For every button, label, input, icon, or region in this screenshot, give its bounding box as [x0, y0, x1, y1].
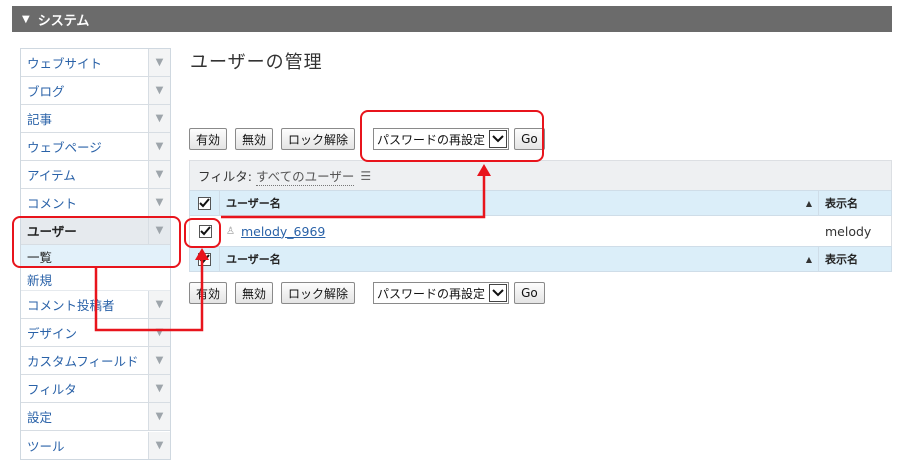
sidebar-item-label: デザイン [27, 326, 78, 341]
action-bar-top: 有効 無効 ロック解除 パスワードの再設定 Go [189, 128, 545, 150]
sidebar-item-webpages[interactable]: ウェブページ ▼ [21, 133, 170, 161]
enable-button-bottom[interactable]: 有効 [189, 282, 228, 304]
column-display-name[interactable]: 表示名 [819, 191, 891, 215]
expand-arrow-icon[interactable]: ▼ [148, 105, 170, 132]
sidebar-item-label: ウェブサイト [27, 56, 103, 71]
sidebar-item-label: ブログ [27, 84, 65, 99]
sort-asc-icon[interactable]: ▲ [806, 199, 812, 208]
username-link[interactable]: melody_6969 [241, 224, 325, 239]
chevron-down-icon[interactable] [489, 130, 508, 148]
expand-arrow-icon[interactable]: ▼ [148, 49, 170, 76]
sidebar-item-label: コメント投稿者 [27, 298, 115, 313]
filter-value[interactable]: すべてのユーザー [255, 166, 355, 186]
sidebar-item-settings[interactable]: 設定 ▼ [21, 403, 170, 431]
table-footer-header: ユーザー名 ▲ 表示名 [189, 246, 892, 272]
sidebar-item-website[interactable]: ウェブサイト ▼ [21, 49, 170, 77]
sidebar-item-blog[interactable]: ブログ ▼ [21, 77, 170, 105]
action-select-bottom[interactable]: パスワードの再設定 [373, 282, 510, 304]
user-table: ユーザー名 ▲ 表示名 ♙ melody_6969 melody ユーザー名 ▲… [189, 190, 892, 272]
column-username-label: ユーザー名 [226, 253, 281, 266]
go-button[interactable]: Go [514, 128, 545, 150]
disable-button-bottom[interactable]: 無効 [235, 282, 274, 304]
filter-label: フィルタ: [198, 169, 252, 184]
sort-asc-icon[interactable]: ▲ [806, 255, 812, 264]
filter-list-icon[interactable]: ☰ [360, 169, 371, 183]
select-all-checkbox[interactable] [198, 196, 211, 210]
select-all-checkbox-bottom[interactable] [198, 252, 211, 266]
sidebar-item-label: 設定 [27, 410, 53, 425]
sidebar-item-label: フィルタ [27, 382, 77, 397]
expand-arrow-icon[interactable]: ▼ [148, 161, 170, 188]
sidebar-item-filters[interactable]: フィルタ ▼ [21, 375, 170, 403]
column-display-name-bottom[interactable]: 表示名 [819, 247, 891, 271]
expand-arrow-icon[interactable]: ▼ [148, 347, 170, 374]
column-username-bottom[interactable]: ユーザー名 ▲ [220, 247, 819, 271]
sidebar-item-label: ウェブページ [27, 140, 102, 155]
select-all-cell-bottom [190, 247, 220, 271]
row-select-cell [190, 216, 220, 246]
table-header: ユーザー名 ▲ 表示名 [189, 190, 892, 216]
collapse-triangle-icon: ▼ [22, 13, 30, 25]
column-username[interactable]: ユーザー名 ▲ [220, 191, 819, 215]
sidebar-item-custom-fields[interactable]: カスタムフィールド ▼ [21, 347, 170, 375]
action-select-value: パスワードの再設定 [377, 132, 486, 147]
system-title: システム [37, 13, 90, 29]
sidebar-item-entries[interactable]: 記事 ▼ [21, 105, 170, 133]
sidebar-subitem-new[interactable]: 新規 [21, 268, 170, 291]
page-title: ユーザーの管理 [190, 52, 323, 73]
sidebar-item-assets[interactable]: アイテム ▼ [21, 161, 170, 189]
user-icon: ♙ [226, 225, 235, 237]
action-select-group-bottom: パスワードの再設定 Go [373, 282, 545, 304]
system-menu-bar[interactable]: ▼ システム [12, 6, 892, 32]
expand-arrow-icon[interactable]: ▼ [148, 403, 170, 430]
enable-button[interactable]: 有効 [189, 128, 228, 150]
sidebar-item-commenters[interactable]: コメント投稿者 ▼ [21, 291, 170, 319]
sidebar-item-label: ツール [27, 438, 65, 454]
chevron-down-icon[interactable] [489, 284, 508, 302]
action-select-group: パスワードの再設定 Go [373, 128, 545, 150]
sidebar-subitem-list[interactable]: 一覧 [21, 245, 170, 268]
sidebar-item-label: カスタムフィールド [27, 354, 139, 369]
action-bar-bottom: 有効 無効 ロック解除 パスワードの再設定 Go [189, 282, 545, 304]
sidebar-item-label: 記事 [27, 112, 53, 127]
expand-arrow-icon[interactable]: ▼ [148, 319, 170, 346]
expand-arrow-icon[interactable]: ▼ [148, 189, 170, 216]
sidebar-item-tools[interactable]: ツール ▼ [21, 431, 170, 459]
expand-arrow-icon[interactable]: ▼ [148, 375, 170, 402]
sidebar-item-label: ユーザー [27, 224, 77, 239]
expand-arrow-icon[interactable]: ▼ [148, 133, 170, 160]
expand-arrow-icon[interactable]: ▼ [148, 217, 170, 244]
unlock-button[interactable]: ロック解除 [281, 128, 356, 150]
go-button-bottom[interactable]: Go [514, 282, 545, 304]
row-checkbox[interactable] [198, 224, 212, 238]
column-username-label: ユーザー名 [226, 197, 281, 210]
sidebar-item-comments[interactable]: コメント ▼ [21, 189, 170, 217]
action-select-value: パスワードの再設定 [377, 286, 486, 301]
sidebar-item-design[interactable]: デザイン ▼ [21, 319, 170, 347]
table-row: ♙ melody_6969 melody [189, 216, 892, 246]
disable-button[interactable]: 無効 [235, 128, 274, 150]
expand-arrow-icon[interactable]: ▼ [148, 431, 170, 459]
row-display-name: melody [825, 223, 872, 239]
select-all-cell [190, 191, 220, 215]
sidebar-item-label: アイテム [27, 168, 76, 183]
expand-arrow-icon[interactable]: ▼ [148, 291, 170, 318]
unlock-button-bottom[interactable]: ロック解除 [281, 282, 356, 304]
sidebar: ウェブサイト ▼ ブログ ▼ 記事 ▼ ウェブページ ▼ アイテム ▼ コメント… [20, 48, 171, 460]
filter-bar: フィルタ: すべてのユーザー ☰ [189, 160, 892, 190]
sidebar-item-label: コメント [27, 196, 78, 211]
sidebar-item-users[interactable]: ユーザー ▼ [21, 217, 170, 245]
row-username-cell: ♙ melody_6969 [220, 216, 819, 246]
action-select[interactable]: パスワードの再設定 [373, 128, 510, 150]
expand-arrow-icon[interactable]: ▼ [148, 77, 170, 104]
